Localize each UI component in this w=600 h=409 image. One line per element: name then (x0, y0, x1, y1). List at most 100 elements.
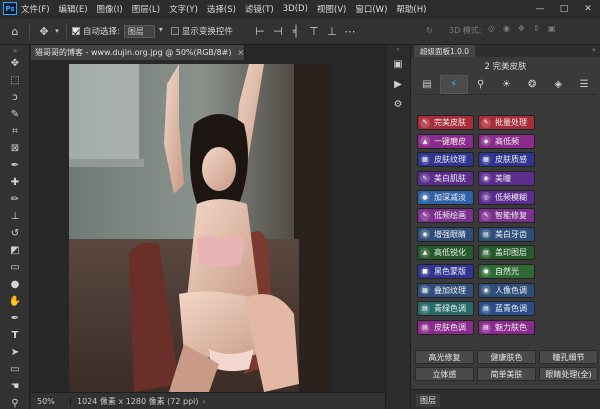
move-tool-icon[interactable]: ✥ (35, 22, 53, 40)
menu-image[interactable]: 图像(I) (97, 3, 123, 15)
feature-button[interactable]: ◉ 美瞳 (478, 170, 535, 186)
move-tool-icon[interactable]: ✥ (0, 55, 30, 72)
document-tab[interactable]: 猎哥哥的博客 - www.dujin.org.jpg @ 50%(RGB/8#)… (31, 45, 245, 60)
3d-orbit-icon[interactable]: ◎ (488, 24, 501, 33)
eraser-tool-icon[interactable]: ◩ (0, 242, 30, 259)
3d-roll-icon[interactable]: ◉ (503, 24, 516, 33)
gradient-tool-icon[interactable]: ▭ (0, 259, 30, 276)
eyedropper-tool-icon[interactable]: ✒ (0, 157, 30, 174)
3d-pan-icon[interactable]: ✥ (518, 24, 531, 33)
history-icon[interactable]: ▣ (386, 55, 410, 73)
frame-tool-icon[interactable]: ⊠ (0, 140, 30, 157)
tool-preset-chevron-icon[interactable]: ▾ (53, 22, 61, 40)
status-chevron-icon[interactable]: › (203, 397, 206, 406)
actions-play-icon[interactable]: ▶ (386, 75, 410, 93)
menu-layer[interactable]: 图层(L) (132, 3, 160, 15)
feature-button[interactable]: ● 加深减淡 (417, 189, 474, 205)
crop-tool-icon[interactable]: ⌗ (0, 123, 30, 140)
menu-edit[interactable]: 编辑(E) (59, 3, 88, 15)
feature-button[interactable]: ■ 黑色蒙版 (417, 264, 474, 280)
align-top-icon[interactable]: ⊤ (305, 22, 323, 40)
canvas-area[interactable] (31, 60, 385, 392)
menu-filter[interactable]: 滤镜(T) (245, 3, 274, 15)
feature-button[interactable]: ◆ 高低频 (478, 133, 535, 149)
adjustments-icon[interactable]: ⚙ (386, 95, 410, 113)
close-button[interactable]: ✕ (576, 0, 600, 17)
feature-button[interactable]: ▤ 青绿色调 (417, 301, 474, 317)
panel-tab-super[interactable]: 超级面板1.0.0 (414, 45, 476, 57)
feature-button[interactable]: ▦ 叠加纹理 (417, 282, 474, 298)
quick-select-tool-icon[interactable]: ✎ (0, 106, 30, 123)
hand-tool-icon[interactable]: ☚ (0, 378, 30, 395)
feature-button[interactable]: ▤ 魅力肤色 (478, 320, 535, 336)
simple-beauty-button[interactable]: 简单美肤 (477, 367, 536, 381)
path-selection-tool-icon[interactable]: ➤ (0, 344, 30, 361)
feature-button[interactable]: ▲ 高低锐化 (417, 245, 474, 261)
zoom-tool-icon[interactable]: ⚲ (0, 395, 30, 409)
pupil-detail-button[interactable]: 瞳孔细节 (539, 350, 598, 364)
feature-button[interactable]: ▲ 一键磨皮 (417, 133, 474, 149)
layers-tab[interactable]: 图层 (416, 394, 440, 407)
diamond-icon[interactable]: ◈ (545, 75, 571, 94)
minimize-button[interactable]: — (528, 0, 552, 17)
feature-button[interactable]: ✎ 低频绘画 (417, 208, 474, 224)
menu-select[interactable]: 选择(S) (207, 3, 236, 15)
feature-button[interactable]: ▤ 盖印图层 (478, 245, 535, 261)
feature-button[interactable]: ▦ 皮肤质感 (478, 152, 535, 168)
lasso-tool-icon[interactable]: ↄ (0, 89, 30, 106)
feature-button[interactable]: ▦ 皮肤纹理 (417, 152, 474, 168)
toolbar-expand-icon[interactable]: » (0, 45, 30, 55)
feature-button[interactable]: ● 自然光 (478, 264, 535, 280)
3d-camera-icon[interactable]: ▣ (548, 24, 561, 33)
strip-collapse-icon[interactable]: « (386, 45, 410, 53)
menu-3d[interactable]: 3D(D) (283, 4, 308, 14)
eye-processing-button[interactable]: 眼睛处理(全) (539, 367, 598, 381)
dodge-tool-icon[interactable]: ✋ (0, 293, 30, 310)
maximize-button[interactable]: □ (552, 0, 576, 17)
3d-slide-icon[interactable]: ⇕ (533, 24, 546, 33)
type-tool-icon[interactable]: T (0, 327, 30, 344)
highlight-repair-button[interactable]: 高光修复 (415, 350, 474, 364)
feature-button[interactable]: ✎ 批量处理 (478, 115, 535, 130)
feature-button[interactable]: ◉ 人像色调 (478, 282, 535, 298)
feature-button[interactable]: ▤ 皮肤色调 (417, 320, 474, 336)
menu-file[interactable]: 文件(F) (21, 3, 50, 15)
feature-button[interactable]: ✎ 智能修复 (478, 208, 535, 224)
auto-select-dropdown[interactable]: 图层 (123, 24, 163, 38)
clone-stamp-tool-icon[interactable]: ⊥ (0, 208, 30, 225)
align-middle-icon[interactable]: ⊥ (323, 22, 341, 40)
align-right-icon[interactable]: ╡ (287, 22, 305, 40)
align-center-icon[interactable]: ⊣ (269, 22, 287, 40)
feature-button[interactable]: ✎ 完美皮肤 (417, 115, 474, 130)
auto-select-checkbox[interactable] (72, 27, 80, 35)
home-icon[interactable]: ⌂ (6, 22, 24, 40)
show-transform-checkbox[interactable] (170, 27, 179, 35)
blur-tool-icon[interactable]: ● (0, 276, 30, 293)
pen-tool-icon[interactable]: ✒ (0, 310, 30, 327)
healthy-skin-button[interactable]: 健康肤色 (477, 350, 536, 364)
document-image[interactable] (69, 64, 332, 392)
search-icon[interactable]: ⚲ (468, 75, 494, 94)
3d-rotate-icon[interactable]: ↻ (423, 24, 436, 37)
feature-button[interactable]: ▤ 蓝青色调 (478, 301, 535, 317)
feature-button[interactable]: ▤ 美白牙齿 (478, 226, 535, 242)
menu-window[interactable]: 窗口(W) (355, 3, 387, 15)
brush-tool-icon[interactable]: ✏ (0, 191, 30, 208)
sun-icon[interactable]: ☀ (494, 75, 520, 94)
color-circles-icon[interactable]: ❂ (519, 75, 545, 94)
menu-view[interactable]: 视图(V) (317, 3, 346, 15)
healing-brush-tool-icon[interactable]: ✚ (0, 174, 30, 191)
menu-icon[interactable]: ☰ (571, 75, 597, 94)
pulse-icon[interactable]: ⚡ (439, 75, 468, 94)
rectangle-tool-icon[interactable]: ▭ (0, 361, 30, 378)
feature-button[interactable]: ✎ 美白肌肤 (417, 170, 474, 186)
document-icon[interactable]: ▤ (414, 75, 440, 94)
menu-help[interactable]: 帮助(H) (396, 3, 426, 15)
menu-type[interactable]: 文字(Y) (169, 3, 198, 15)
marquee-tool-icon[interactable]: ⬚ (0, 72, 30, 89)
feature-button[interactable]: ◉ 增强眼睛 (417, 226, 474, 242)
more-options-icon[interactable]: ⋯ (341, 22, 359, 40)
zoom-level[interactable]: 50% (31, 396, 71, 406)
dimension-button[interactable]: 立体感 (415, 367, 474, 381)
feature-button[interactable]: ◎ 低频模糊 (478, 189, 535, 205)
